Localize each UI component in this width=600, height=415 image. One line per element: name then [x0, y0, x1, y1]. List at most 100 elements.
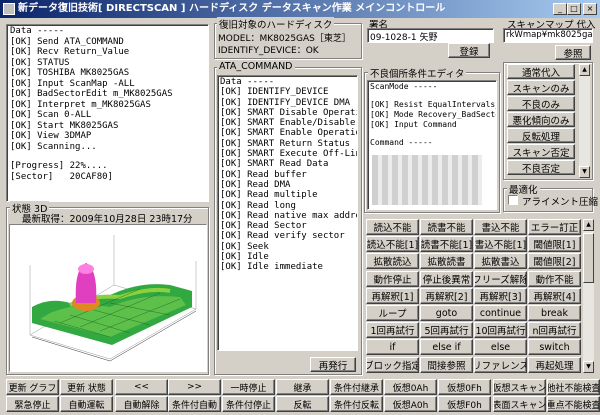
- command-button[interactable]: else: [474, 339, 527, 356]
- command-button[interactable]: 再解釈[4]: [528, 287, 581, 304]
- condition-editor-label: 不良個所条件エディタ: [368, 66, 467, 80]
- ata-command-label: ATA_COMMAND: [217, 61, 295, 72]
- register-button[interactable]: 登録: [448, 43, 490, 58]
- control-button[interactable]: 条件付反転: [330, 396, 383, 412]
- command-button[interactable]: break: [528, 305, 581, 321]
- control-button[interactable]: 仮想0Fh: [438, 379, 491, 395]
- grid-scroll-down-icon[interactable]: ▼: [583, 361, 594, 373]
- text-line: [OK] Read long: [220, 200, 296, 211]
- command-button[interactable]: continue: [474, 305, 527, 321]
- scroll-up-icon[interactable]: ▲: [579, 64, 590, 76]
- text-line: [Progress] 22%....: [10, 161, 108, 171]
- close-button[interactable]: ×: [583, 3, 597, 15]
- redacted-area: [372, 155, 482, 205]
- command-button[interactable]: ループ: [366, 305, 419, 321]
- grid-scroll-thumb[interactable]: [583, 233, 594, 283]
- text-line: [OK] SMART Enable/Disable: [220, 118, 356, 129]
- control-button[interactable]: >>: [168, 379, 221, 395]
- ata-command-list[interactable]: Data ----- [OK] IDENTIFY_DEVICE [OK] IDENT…: [217, 75, 358, 351]
- scanmap-scrollbar[interactable]: ▲ ▼: [578, 64, 590, 178]
- text-line: [OK] Read native max address: [220, 210, 357, 221]
- control-button[interactable]: 一時停止: [222, 379, 275, 395]
- command-button[interactable]: エラー訂正: [528, 219, 581, 235]
- text-line: [OK] SMART Disable Operations: [220, 107, 357, 118]
- command-button[interactable]: 書込不能: [474, 219, 527, 235]
- control-button[interactable]: 自動解除: [115, 396, 168, 412]
- command-button[interactable]: リファレンス: [474, 356, 527, 373]
- control-button[interactable]: 緊急停止: [6, 396, 59, 412]
- command-button[interactable]: 10回再試行: [474, 322, 527, 339]
- command-button[interactable]: if: [366, 339, 419, 356]
- alignment-checkbox[interactable]: [508, 195, 518, 205]
- command-button[interactable]: フリーズ解除: [474, 270, 527, 287]
- control-button[interactable]: 表面スキャン: [493, 396, 546, 412]
- control-button[interactable]: 条件付自動: [168, 396, 221, 412]
- scanmap-button[interactable]: 不良のみ: [507, 96, 575, 111]
- control-button[interactable]: 仮想A0h: [384, 396, 437, 412]
- command-button[interactable]: 5回再試行: [420, 322, 473, 339]
- command-button[interactable]: 読書不能[1]: [420, 236, 473, 253]
- scanmap-button[interactable]: 悪化傾向のみ: [507, 112, 575, 127]
- control-button[interactable]: 更新 グラフ: [6, 379, 59, 395]
- control-button[interactable]: 仮想スキャン: [493, 379, 546, 395]
- command-button[interactable]: 動作停止: [366, 270, 419, 287]
- scroll-down-icon[interactable]: ▼: [579, 166, 590, 178]
- control-button[interactable]: 反転: [276, 396, 329, 412]
- maximize-button[interactable]: □: [567, 3, 581, 15]
- scanmap-button[interactable]: 通常代入: [507, 64, 575, 79]
- control-button[interactable]: 自動運転: [60, 396, 113, 412]
- command-button[interactable]: 書込不能[1]: [474, 236, 527, 253]
- command-button[interactable]: n回再試行: [528, 322, 581, 339]
- command-button[interactable]: 再解釈[1]: [366, 287, 419, 304]
- control-button[interactable]: 継承: [276, 379, 329, 395]
- command-button[interactable]: goto: [420, 305, 473, 321]
- control-button[interactable]: 他社不能検査: [547, 379, 600, 395]
- scanmap-file-input[interactable]: rkWmap¥mk8025gas.dat: [503, 28, 593, 43]
- signature-input[interactable]: 09-1028-1 矢野: [367, 28, 494, 43]
- minimize-button[interactable]: _: [553, 3, 567, 15]
- text-line: [OK] SMART Enable Operation: [220, 128, 357, 139]
- command-button[interactable]: switch: [528, 339, 581, 356]
- command-button[interactable]: 再起処理: [528, 356, 581, 373]
- command-button[interactable]: 読書不能: [420, 219, 473, 235]
- control-button[interactable]: 仮想F0h: [438, 396, 491, 412]
- command-button[interactable]: 拡散書込: [474, 253, 527, 270]
- command-button[interactable]: 閾値限[1]: [528, 236, 581, 253]
- scanmap-button[interactable]: 反転処理: [507, 128, 575, 143]
- command-button[interactable]: 拡散読書: [420, 253, 473, 270]
- command-button[interactable]: 拡散読込: [366, 253, 419, 270]
- command-button[interactable]: 再解釈[3]: [474, 287, 527, 304]
- control-button[interactable]: 重点不能検査: [547, 396, 600, 412]
- text-line: [OK] Scanning...: [10, 141, 97, 152]
- scanmap-button[interactable]: スキャン否定: [507, 144, 575, 159]
- command-button[interactable]: 閾値限[2]: [528, 253, 581, 270]
- app-icon: [3, 3, 15, 15]
- text-line: [OK] Input Command: [370, 120, 457, 129]
- command-button[interactable]: 停止後異常: [420, 270, 473, 287]
- scanmap-button[interactable]: 不良否定: [507, 160, 575, 175]
- scanmap-button[interactable]: スキャンのみ: [507, 80, 575, 95]
- grid-scroll-up-icon[interactable]: ▲: [583, 219, 594, 231]
- command-button[interactable]: 再解釈[2]: [420, 287, 473, 304]
- 3d-plot[interactable]: [9, 224, 207, 372]
- command-button[interactable]: 1回再試行: [366, 322, 419, 339]
- condition-editor-text[interactable]: ScanMode ----- [OK] Resist EqualIntervals…: [367, 80, 497, 210]
- grid-scrollbar[interactable]: ▲ ▼: [582, 219, 594, 373]
- command-button[interactable]: 動作不能: [528, 270, 581, 287]
- text-line: [370, 130, 494, 138]
- log-panel[interactable]: Data ----- [OK] Send ATA_COMMAND [OK] Recv…: [6, 24, 209, 202]
- resend-button[interactable]: 再発行: [310, 357, 356, 372]
- reference-button[interactable]: 参照: [555, 45, 591, 60]
- command-button[interactable]: else if: [420, 339, 473, 356]
- command-button[interactable]: ブロック指定: [366, 356, 419, 373]
- command-button[interactable]: 読込不能: [366, 219, 419, 235]
- control-button[interactable]: 更新 状態: [60, 379, 113, 395]
- control-button[interactable]: 仮想0Ah: [384, 379, 437, 395]
- control-button[interactable]: <<: [115, 379, 168, 395]
- command-button[interactable]: 読込不能[1]: [366, 236, 419, 253]
- text-line: [Sector] 20CAF80]: [10, 171, 113, 182]
- command-button[interactable]: 間接参照: [420, 356, 473, 373]
- control-button[interactable]: 条件付停止: [222, 396, 275, 412]
- text-line: [OK] Seek: [220, 241, 269, 252]
- control-button[interactable]: 条件付継承: [330, 379, 383, 395]
